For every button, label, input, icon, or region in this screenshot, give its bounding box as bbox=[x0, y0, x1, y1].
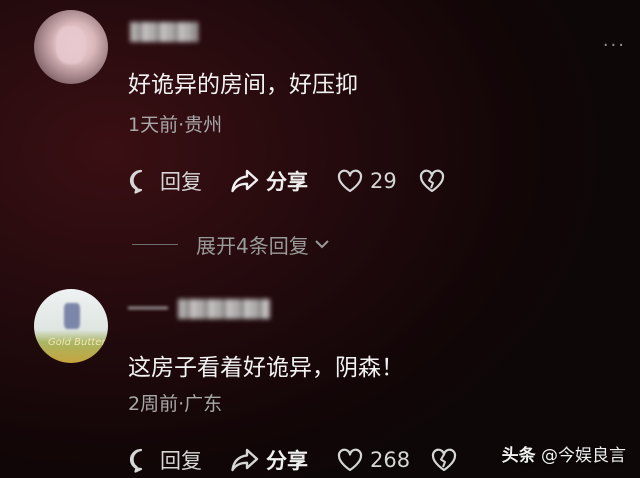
avatar-figure bbox=[64, 303, 80, 329]
avatar[interactable] bbox=[34, 10, 108, 84]
username-blurred[interactable] bbox=[130, 22, 198, 42]
avatar[interactable]: Gold Butter bbox=[34, 289, 108, 363]
comment-text: 这房子看着好诡异，阴森！ bbox=[128, 355, 404, 381]
comment-meta: 2周前·广东 bbox=[128, 393, 223, 415]
comment-bubble-icon bbox=[129, 448, 143, 473]
like-button[interactable]: 29 bbox=[336, 166, 397, 196]
reply-button[interactable]: 回复 bbox=[128, 166, 202, 196]
share-label: 分享 bbox=[266, 449, 308, 473]
heart-icon bbox=[337, 448, 363, 472]
username-prefix-blurred bbox=[128, 307, 168, 309]
watermark-brand: 头条 bbox=[501, 446, 536, 466]
avatar-figure bbox=[56, 26, 86, 64]
share-arrow-icon bbox=[231, 169, 259, 193]
dislike-button[interactable] bbox=[418, 166, 446, 196]
share-button[interactable]: 分享 bbox=[230, 445, 308, 475]
expand-replies-button[interactable]: 展开4条回复 bbox=[132, 230, 331, 258]
share-button[interactable]: 分享 bbox=[230, 166, 308, 196]
comment-meta: 1天前·贵州 bbox=[128, 114, 223, 136]
divider-line bbox=[132, 243, 178, 245]
heart-icon bbox=[337, 169, 363, 193]
broken-heart-icon bbox=[431, 448, 457, 472]
reply-label: 回复 bbox=[160, 449, 202, 473]
username-blurred[interactable] bbox=[178, 299, 270, 319]
reply-button[interactable]: 回复 bbox=[128, 445, 202, 475]
reply-label: 回复 bbox=[160, 170, 202, 194]
watermark-handle: @今娱良言 bbox=[541, 446, 626, 466]
dislike-button[interactable] bbox=[430, 445, 458, 475]
share-arrow-icon bbox=[231, 448, 259, 472]
watermark: 头条 @今娱良言 bbox=[502, 441, 626, 466]
comment-text: 好诡异的房间，好压抑 bbox=[128, 72, 358, 98]
share-label: 分享 bbox=[266, 170, 308, 194]
more-options-icon[interactable]: ··· bbox=[603, 35, 626, 56]
broken-heart-icon bbox=[419, 169, 445, 193]
like-count: 268 bbox=[370, 448, 411, 472]
like-button[interactable]: 268 bbox=[336, 445, 410, 475]
expand-replies-label: 展开4条回复 bbox=[196, 233, 309, 258]
comment-bubble-icon bbox=[129, 169, 143, 194]
chevron-down-icon bbox=[315, 240, 329, 249]
like-count: 29 bbox=[370, 169, 397, 193]
avatar-script-text: Gold Butter bbox=[48, 337, 106, 348]
